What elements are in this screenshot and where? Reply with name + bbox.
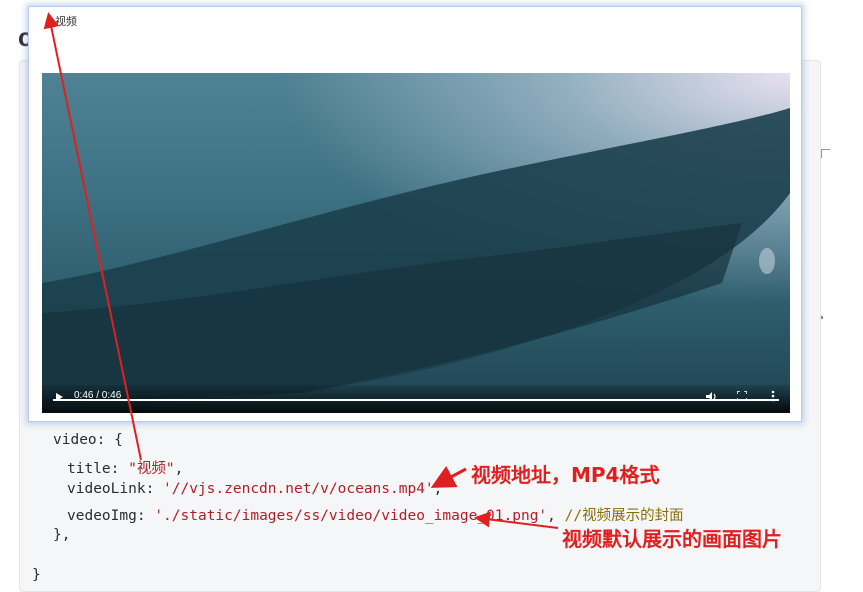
video-modal: 视频 0:46 / 0:46 bbox=[28, 6, 802, 422]
code-link-key: videoLink: bbox=[67, 481, 164, 497]
code-line-vedeoimg: vedeoImg: './static/images/ss/video/vide… bbox=[67, 504, 684, 525]
code-line-video-open: video: { bbox=[53, 432, 123, 448]
code-comma: , bbox=[433, 481, 443, 497]
code-line-close-outer: } bbox=[32, 567, 41, 583]
modal-title: 视频 bbox=[55, 16, 77, 28]
code-title-value: "视频" bbox=[128, 461, 175, 477]
code-link-value: '//vjs.zencdn.net/v/oceans.mp4' bbox=[163, 481, 434, 497]
copy-icon[interactable] bbox=[821, 149, 830, 158]
code-img-key: vedeoImg: bbox=[67, 508, 155, 524]
annotation-video-image: 视频默认展示的画面图片 bbox=[562, 527, 782, 551]
code-line-title: title: "视频", bbox=[67, 457, 183, 478]
progress-fill bbox=[53, 399, 779, 401]
player-controls: 0:46 / 0:46 bbox=[42, 385, 790, 413]
code-line-close-inner: }, bbox=[53, 527, 71, 543]
whale-image bbox=[42, 108, 790, 405]
code-img-comment: //视频展示的封面 bbox=[564, 508, 684, 524]
code-comma: , bbox=[547, 508, 565, 524]
annotation-video-link: 视频地址，MP4格式 bbox=[471, 463, 660, 487]
code-comma: , bbox=[174, 461, 184, 477]
scroll-marker bbox=[821, 316, 823, 319]
code-video-key: video: { bbox=[53, 432, 123, 448]
code-img-value: './static/images/ss/video/video_image_01… bbox=[154, 508, 548, 524]
code-title-key: title: bbox=[67, 461, 129, 477]
progress-bar[interactable] bbox=[53, 399, 779, 401]
video-player[interactable]: 0:46 / 0:46 bbox=[42, 73, 790, 413]
code-line-videolink: videoLink: '//vjs.zencdn.net/v/oceans.mp… bbox=[67, 481, 442, 497]
